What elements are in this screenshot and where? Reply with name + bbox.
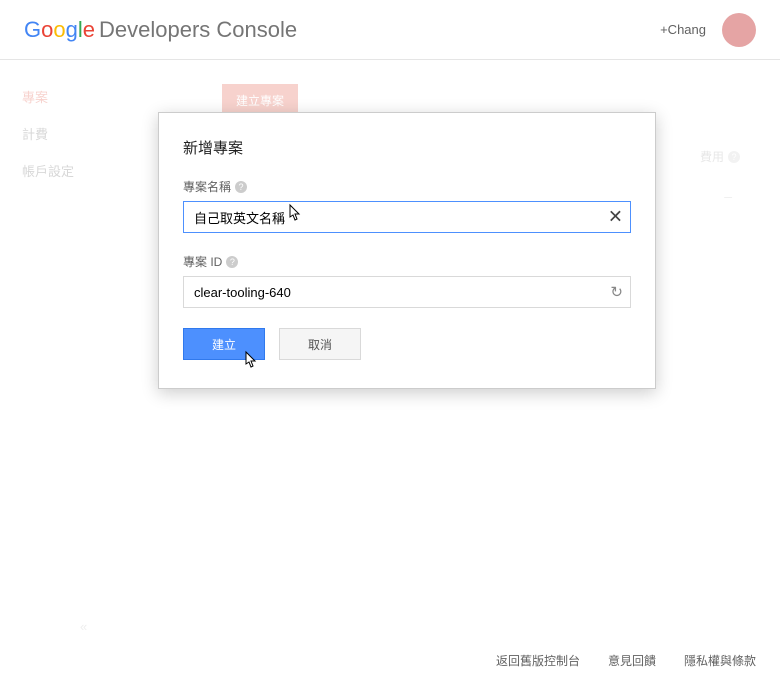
footer-link-feedback[interactable]: 意見回饋 xyxy=(608,652,656,669)
avatar[interactable] xyxy=(722,13,756,47)
clear-icon[interactable]: ✕ xyxy=(608,207,623,228)
footer-link-privacy[interactable]: 隱私權與條款 xyxy=(684,652,756,669)
help-icon[interactable]: ? xyxy=(235,181,247,193)
create-button[interactable]: 建立 xyxy=(183,328,265,360)
project-id-label-text: 專案 ID xyxy=(183,253,222,270)
project-id-input[interactable] xyxy=(183,276,631,308)
project-id-label: 專案 ID ? xyxy=(183,253,631,270)
project-name-label-text: 專案名稱 xyxy=(183,178,231,195)
google-logo: Google xyxy=(24,17,95,43)
dialog-title: 新增專案 xyxy=(183,137,631,158)
product-name: Developers Console xyxy=(99,17,297,43)
project-name-input[interactable] xyxy=(183,201,631,233)
header: Google Developers Console +Chang xyxy=(0,0,780,60)
new-project-dialog: 新增專案 專案名稱 ? ✕ 專案 ID ? ↻ 建立 取消 xyxy=(158,112,656,389)
refresh-icon[interactable]: ↻ xyxy=(610,283,623,301)
help-icon[interactable]: ? xyxy=(226,256,238,268)
footer-link-classic[interactable]: 返回舊版控制台 xyxy=(496,652,580,669)
cancel-button[interactable]: 取消 xyxy=(279,328,361,360)
footer: 返回舊版控制台 意見回饋 隱私權與條款 xyxy=(472,640,780,680)
user-name[interactable]: +Chang xyxy=(660,22,706,37)
project-name-label: 專案名稱 ? xyxy=(183,178,631,195)
